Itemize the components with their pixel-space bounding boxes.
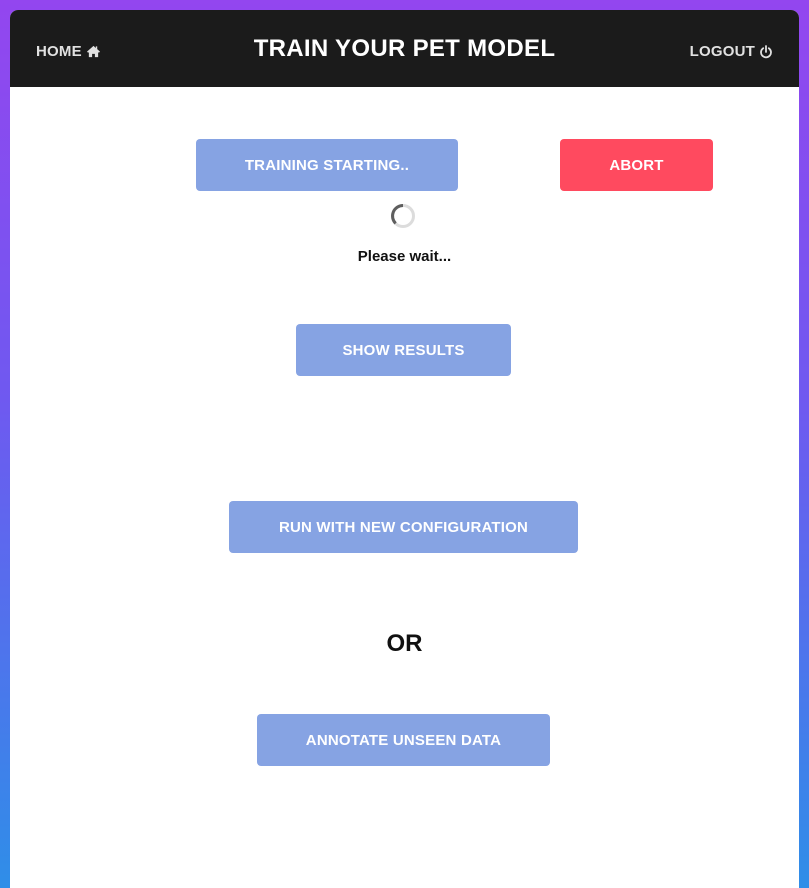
run-new-configuration-button[interactable]: RUN WITH NEW CONFIGURATION xyxy=(229,501,578,553)
logout-label: LOGOUT xyxy=(689,43,755,60)
abort-button[interactable]: ABORT xyxy=(560,139,713,191)
training-status-button[interactable]: TRAINING STARTING.. xyxy=(196,139,458,191)
show-results-button[interactable]: SHOW RESULTS xyxy=(296,324,511,376)
top-navbar: HOME TRAIN YOUR PET MODEL LOGOUT xyxy=(10,10,799,87)
annotate-unseen-data-button[interactable]: ANNOTATE UNSEEN DATA xyxy=(257,714,550,766)
please-wait-text: Please wait... xyxy=(357,248,452,265)
page-title: TRAIN YOUR PET MODEL xyxy=(253,35,556,62)
main-card: HOME TRAIN YOUR PET MODEL LOGOUT TRAININ… xyxy=(10,10,799,888)
or-separator: OR xyxy=(386,630,423,657)
logout-link[interactable]: LOGOUT xyxy=(690,43,773,60)
loading-spinner-icon xyxy=(390,203,416,229)
power-icon xyxy=(759,44,773,59)
